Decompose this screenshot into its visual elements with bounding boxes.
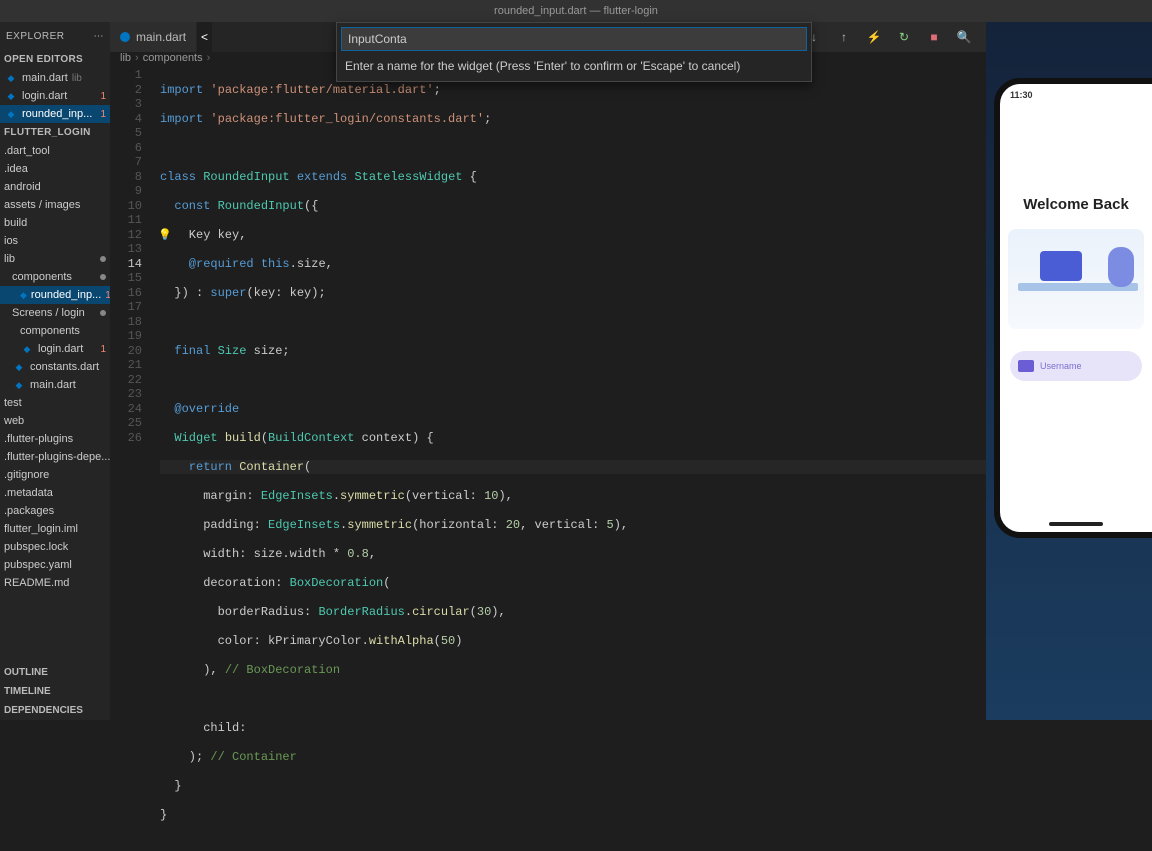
chevron-icon: › (207, 52, 211, 64)
open-editor-item[interactable]: ◆ rounded_inp... 1 (0, 105, 110, 123)
welcome-heading: Welcome Back (1000, 196, 1152, 213)
devtools-icon[interactable]: 🔍 (954, 27, 974, 47)
error-badge: 1 (100, 344, 106, 355)
restart-icon[interactable]: ↻ (894, 27, 914, 47)
code-editor[interactable]: 1234567891011121314151617181920212223242… (110, 64, 986, 851)
project-label[interactable]: FLUTTER_LOGIN (0, 123, 110, 142)
window-title: rounded_input.dart — flutter-login (0, 0, 1152, 22)
dart-icon: ◆ (4, 107, 18, 121)
file-item[interactable]: .gitignore (0, 466, 110, 484)
file-item[interactable]: pubspec.lock (0, 538, 110, 556)
folder-item[interactable]: ios (0, 232, 110, 250)
error-badge: 1 (100, 109, 106, 120)
dart-icon: ◆ (4, 89, 18, 103)
open-editor-item[interactable]: ◆ main.dart lib (0, 69, 110, 87)
dart-icon: ◆ (4, 71, 18, 85)
open-editor-item[interactable]: ◆ login.dart 1 (0, 87, 110, 105)
explorer-label: EXPLORER (6, 31, 64, 42)
timeline-panel[interactable]: TIMELINE (0, 682, 110, 701)
rename-input[interactable] (341, 27, 807, 51)
folder-item[interactable]: test (0, 394, 110, 412)
folder-item[interactable]: assets / images (0, 196, 110, 214)
file-item[interactable]: README.md (0, 574, 110, 592)
simulator-panel: 11:30 Welcome Back Username (986, 22, 1152, 720)
dart-icon (120, 32, 130, 42)
file-item[interactable]: .flutter-plugins (0, 430, 110, 448)
folder-item[interactable]: components (0, 268, 110, 286)
file-item[interactable]: ◆rounded_inp...1 (0, 286, 110, 304)
phone-time: 11:30 (1010, 90, 1033, 100)
phone-frame: 11:30 Welcome Back Username (994, 78, 1152, 538)
folder-item[interactable]: web (0, 412, 110, 430)
home-indicator (1049, 522, 1103, 526)
dependencies-panel[interactable]: DEPENDENCIES (0, 701, 110, 720)
dart-icon: ◆ (20, 342, 34, 356)
modified-dot (100, 274, 106, 280)
file-item[interactable]: ◆main.dart (0, 376, 110, 394)
dart-icon: ◆ (12, 360, 26, 374)
file-item[interactable]: ◆login.dart1 (0, 340, 110, 358)
folder-item[interactable]: build (0, 214, 110, 232)
file-item[interactable]: .flutter-plugins-depe... (0, 448, 110, 466)
file-tree: .dart_tool.ideaandroidassets / imagesbui… (0, 142, 110, 592)
tab-main[interactable]: main.dart (110, 22, 196, 52)
dart-icon: ◆ (20, 288, 27, 302)
chevron-icon: › (135, 52, 139, 64)
modified-dot (100, 310, 106, 316)
modified-dot (100, 256, 106, 262)
error-badge: 1 (100, 91, 106, 102)
file-item[interactable]: flutter_login.iml (0, 520, 110, 538)
folder-item[interactable]: .idea (0, 160, 110, 178)
sidebar: EXPLORER ⋯ OPEN EDITORS ◆ main.dart lib … (0, 22, 110, 720)
hot-reload-icon[interactable]: ⚡ (864, 27, 884, 47)
file-item[interactable]: pubspec.yaml (0, 556, 110, 574)
lightbulb-icon[interactable]: 💡 (158, 229, 172, 244)
folder-item[interactable]: .dart_tool (0, 142, 110, 160)
rename-hint: Enter a name for the widget (Press 'Ente… (337, 55, 811, 81)
open-editors-list: ◆ main.dart lib ◆ login.dart 1 ◆ rounded… (0, 69, 110, 123)
step-out-icon[interactable]: ↑ (834, 27, 854, 47)
folder-item[interactable]: components (0, 322, 110, 340)
line-gutter: 1234567891011121314151617181920212223242… (110, 64, 156, 851)
rename-widget-prompt: Enter a name for the widget (Press 'Ente… (336, 22, 812, 82)
more-icon[interactable]: ⋯ (94, 31, 105, 42)
stop-icon[interactable]: ■ (924, 27, 944, 47)
folder-item[interactable]: Screens / login (0, 304, 110, 322)
illustration-image (1008, 229, 1144, 329)
dart-icon: ◆ (12, 378, 26, 392)
open-editors-label[interactable]: OPEN EDITORS (0, 50, 110, 69)
folder-item[interactable]: lib (0, 250, 110, 268)
username-input[interactable]: Username (1010, 351, 1142, 381)
file-item[interactable]: ◆constants.dart (0, 358, 110, 376)
folder-item[interactable]: android (0, 178, 110, 196)
editor: main.dart < ⋮⋮ ❚❚ ↷ ↓ ↑ ⚡ ↻ ■ 🔍 lib › co… (110, 22, 986, 720)
outline-panel[interactable]: OUTLINE (0, 663, 110, 682)
file-item[interactable]: .metadata (0, 484, 110, 502)
mail-icon (1018, 360, 1034, 372)
file-item[interactable]: .packages (0, 502, 110, 520)
code-content[interactable]: import 'package:flutter/material.dart'; … (156, 64, 986, 851)
tab-rounded-input[interactable]: < (197, 22, 212, 52)
